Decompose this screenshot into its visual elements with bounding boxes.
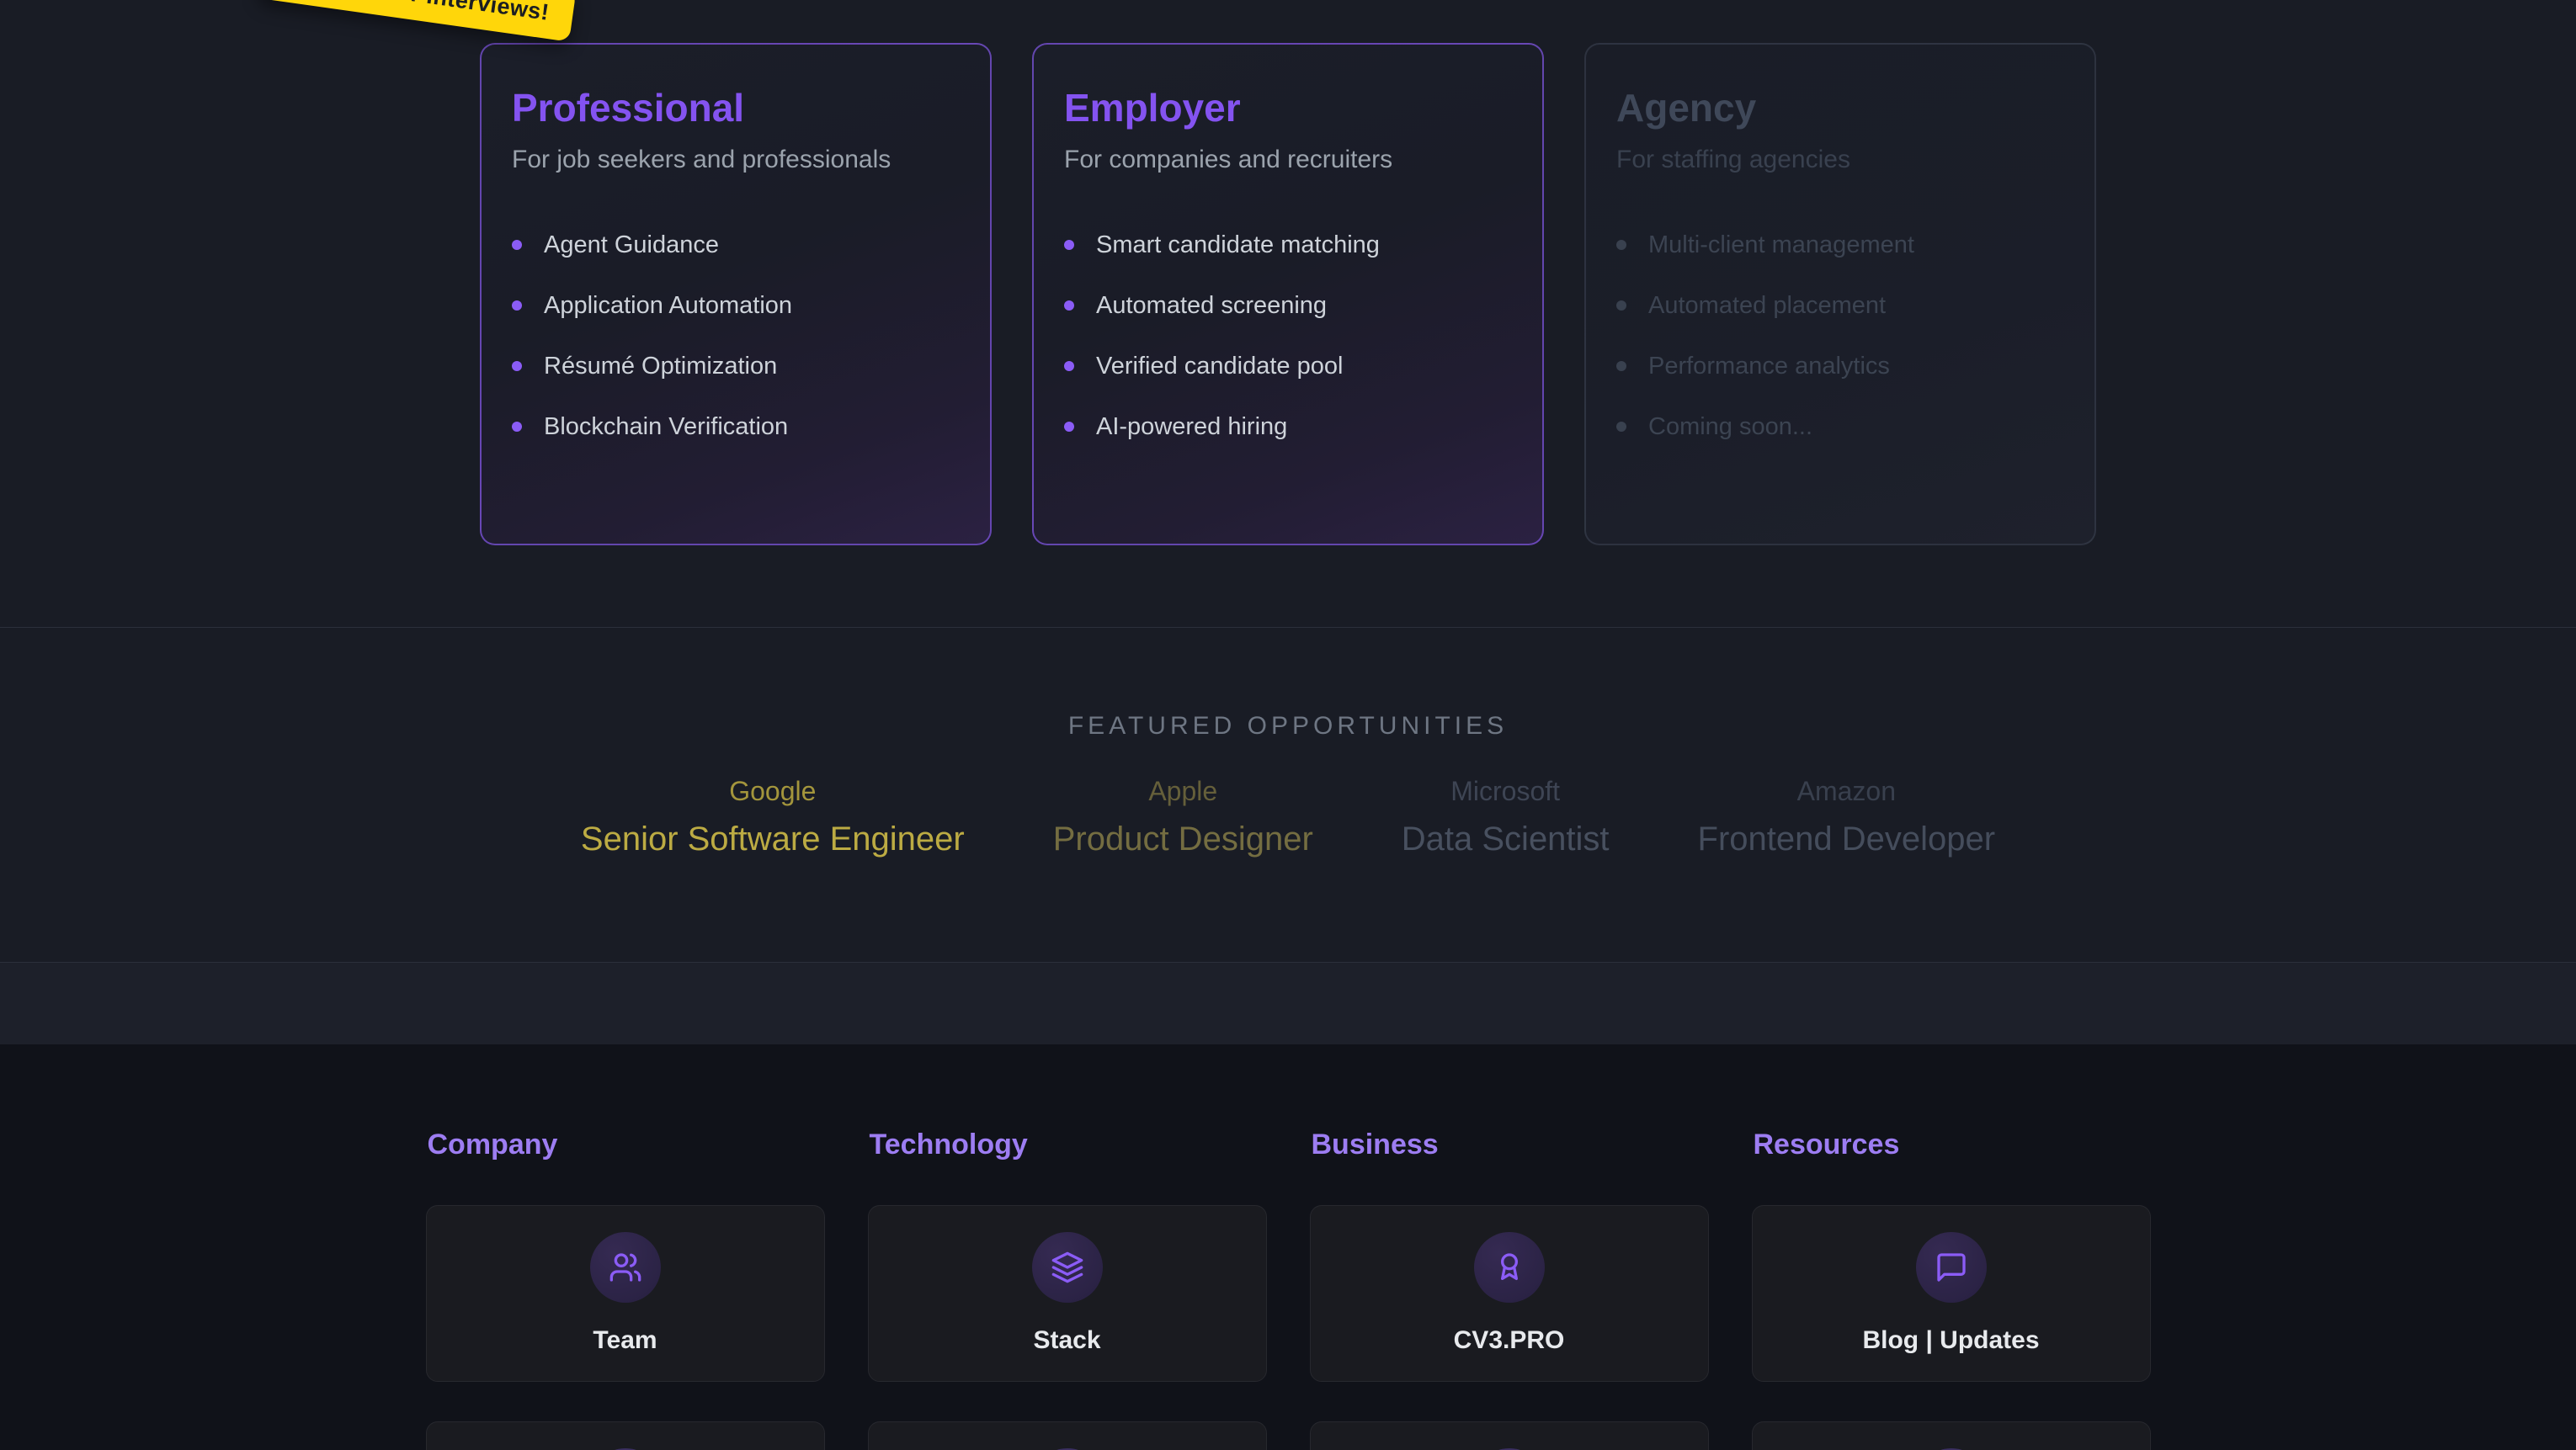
plan-subtitle: For job seekers and professionals bbox=[512, 146, 960, 174]
footer-heading: Business bbox=[1312, 1129, 1709, 1161]
footer-card-partial[interactable] bbox=[868, 1421, 1267, 1450]
footer-card-label: Blog | Updates bbox=[1862, 1326, 2039, 1355]
featured-job-amazon[interactable]: Amazon Frontend Developer bbox=[1698, 776, 1996, 858]
plan-card-agency: Agency For staffing agencies Multi-clien… bbox=[1584, 43, 2096, 545]
footer-card-partial[interactable] bbox=[1310, 1421, 1709, 1450]
footer-column-resources: Resources Blog | Updates bbox=[1752, 1129, 2151, 1450]
plan-feature: Agent Guidance bbox=[512, 215, 960, 275]
job-company: Microsoft bbox=[1402, 776, 1610, 807]
plan-feature: Verified candidate pool bbox=[1064, 336, 1512, 396]
footer-card-label: CV3.PRO bbox=[1454, 1326, 1565, 1355]
plan-feature: Automated screening bbox=[1064, 275, 1512, 336]
footer-card-cv3pro[interactable]: CV3.PRO bbox=[1310, 1205, 1709, 1382]
bullet-dot-icon bbox=[1616, 361, 1626, 371]
footer-column-business: Business CV3.PRO bbox=[1310, 1129, 1709, 1450]
footer-card-blog[interactable]: Blog | Updates bbox=[1752, 1205, 2151, 1382]
plan-title: Employer bbox=[1064, 88, 1512, 127]
plans-row: Earn $$$ for Interviews! Professional Fo… bbox=[0, 0, 2576, 545]
plan-feature-list: Multi-client management Automated placem… bbox=[1616, 215, 2064, 457]
bullet-dot-icon bbox=[512, 361, 522, 371]
plan-feature: Application Automation bbox=[512, 275, 960, 336]
spacer-band bbox=[0, 963, 2576, 1044]
plan-feature: AI-powered hiring bbox=[1064, 396, 1512, 457]
plan-feature: Résumé Optimization bbox=[512, 336, 960, 396]
icon-circle bbox=[1474, 1232, 1545, 1303]
footer-card-team[interactable]: Team bbox=[426, 1205, 825, 1382]
plan-feature: Performance analytics bbox=[1616, 336, 2064, 396]
job-role: Frontend Developer bbox=[1698, 821, 1996, 858]
featured-heading: FEATURED OPPORTUNITIES bbox=[0, 712, 2576, 741]
footer-heading: Resources bbox=[1754, 1129, 2151, 1161]
bullet-dot-icon bbox=[1616, 240, 1626, 250]
featured-opportunities-section: FEATURED OPPORTUNITIES Google Senior Sof… bbox=[0, 628, 2576, 963]
plan-feature: Multi-client management bbox=[1616, 215, 2064, 275]
footer-column-company: Company Team bbox=[426, 1129, 825, 1450]
featured-jobs-row: Google Senior Software Engineer Apple Pr… bbox=[0, 776, 2576, 858]
plan-feature-list: Smart candidate matching Automated scree… bbox=[1064, 215, 1512, 457]
footer-column-technology: Technology Stack bbox=[868, 1129, 1267, 1450]
bullet-dot-icon bbox=[1064, 300, 1074, 311]
bullet-dot-icon bbox=[512, 300, 522, 311]
footer-heading: Technology bbox=[870, 1129, 1267, 1161]
plan-title: Professional bbox=[512, 88, 960, 127]
footer-card-partial[interactable] bbox=[1752, 1421, 2151, 1450]
plan-feature: Automated placement bbox=[1616, 275, 2064, 336]
icon-circle bbox=[590, 1232, 661, 1303]
earn-badge: Earn $$$ for Interviews! bbox=[258, 0, 576, 42]
icon-circle bbox=[1032, 1232, 1103, 1303]
footer-heading: Company bbox=[428, 1129, 825, 1161]
plan-feature: Coming soon... bbox=[1616, 396, 2064, 457]
footer-card-stack[interactable]: Stack bbox=[868, 1205, 1267, 1382]
plan-feature: Blockchain Verification bbox=[512, 396, 960, 457]
featured-job-apple[interactable]: Apple Product Designer bbox=[1053, 776, 1313, 858]
featured-job-google[interactable]: Google Senior Software Engineer bbox=[581, 776, 965, 858]
bullet-dot-icon bbox=[1064, 240, 1074, 250]
plan-feature: Smart candidate matching bbox=[1064, 215, 1512, 275]
bullet-dot-icon bbox=[1616, 422, 1626, 432]
plan-subtitle: For companies and recruiters bbox=[1064, 146, 1512, 174]
bullet-dot-icon bbox=[1064, 361, 1074, 371]
plan-card-professional[interactable]: Professional For job seekers and profess… bbox=[480, 43, 992, 545]
footer: Company Team Technology bbox=[0, 1044, 2576, 1450]
users-icon bbox=[609, 1251, 642, 1284]
bullet-dot-icon bbox=[1616, 300, 1626, 311]
job-role: Senior Software Engineer bbox=[581, 821, 965, 858]
bullet-dot-icon bbox=[512, 240, 522, 250]
job-role: Data Scientist bbox=[1402, 821, 1610, 858]
featured-job-microsoft[interactable]: Microsoft Data Scientist bbox=[1402, 776, 1610, 858]
job-company: Apple bbox=[1053, 776, 1313, 807]
bullet-dot-icon bbox=[1064, 422, 1074, 432]
plan-card-employer[interactable]: Employer For companies and recruiters Sm… bbox=[1032, 43, 1544, 545]
job-role: Product Designer bbox=[1053, 821, 1313, 858]
plan-subtitle: For staffing agencies bbox=[1616, 146, 2064, 174]
footer-grid: Company Team Technology bbox=[426, 1129, 2151, 1450]
footer-card-label: Team bbox=[593, 1326, 657, 1355]
layers-icon bbox=[1051, 1251, 1084, 1284]
job-company: Google bbox=[581, 776, 965, 807]
icon-circle bbox=[1916, 1232, 1987, 1303]
job-company: Amazon bbox=[1698, 776, 1996, 807]
plan-title: Agency bbox=[1616, 88, 2064, 127]
bullet-dot-icon bbox=[512, 422, 522, 432]
footer-card-partial[interactable] bbox=[426, 1421, 825, 1450]
message-square-icon bbox=[1935, 1251, 1968, 1284]
plan-feature-list: Agent Guidance Application Automation Ré… bbox=[512, 215, 960, 457]
award-icon bbox=[1493, 1251, 1526, 1284]
plans-section: Earn $$$ for Interviews! Professional Fo… bbox=[0, 0, 2576, 628]
footer-card-label: Stack bbox=[1033, 1326, 1100, 1355]
